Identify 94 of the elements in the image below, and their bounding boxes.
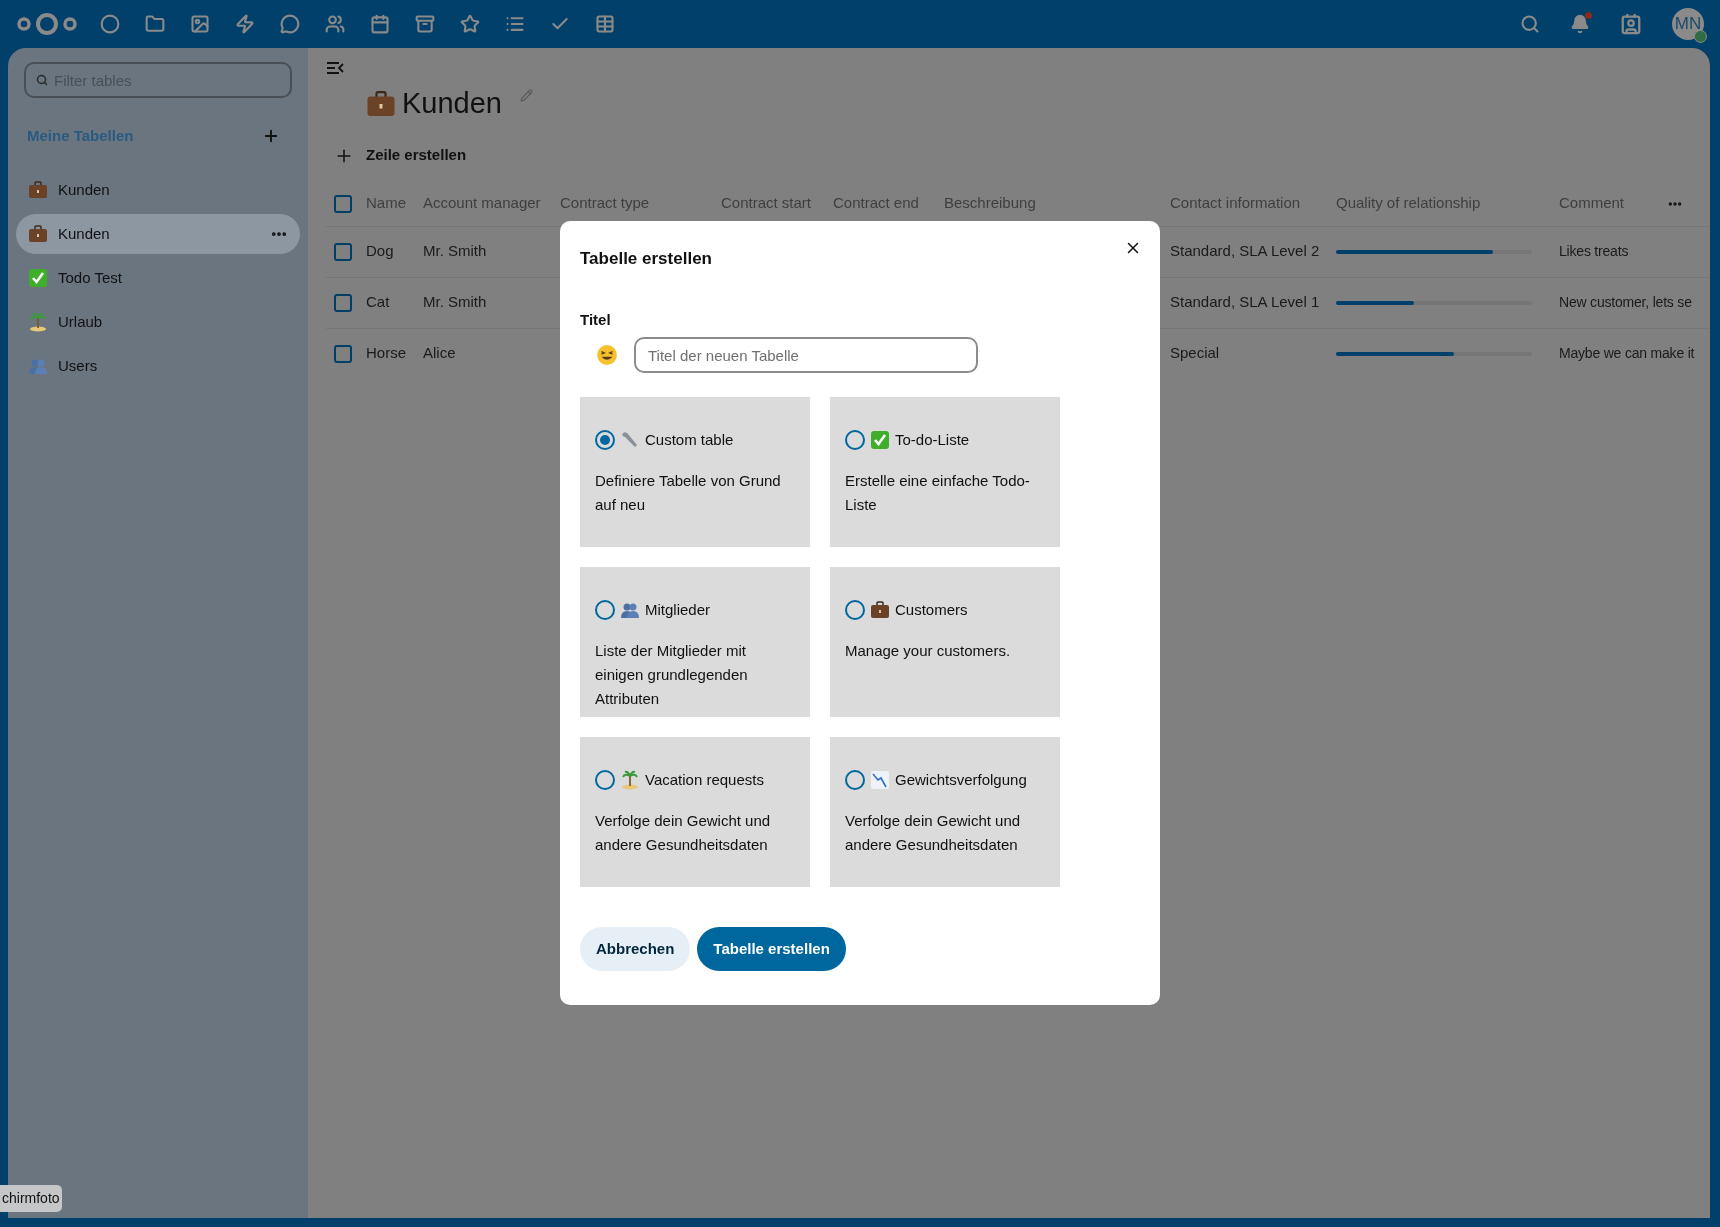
archive-icon[interactable] xyxy=(415,14,435,34)
column-header: Quality of relationship xyxy=(1336,193,1482,214)
column-header: Name xyxy=(366,193,407,214)
template-description: Verfolge dein Gewicht und andere Gesundheitsdaten xyxy=(595,810,772,855)
calendar-icon[interactable] xyxy=(370,14,390,34)
lightning-icon[interactable] xyxy=(235,14,255,34)
toggle-sidebar-icon[interactable] xyxy=(326,60,344,76)
tooltip: chirmfoto xyxy=(0,1185,62,1212)
template-name: To-do-Liste xyxy=(895,430,970,450)
people-icon[interactable] xyxy=(325,14,345,34)
radio-button[interactable] xyxy=(595,600,615,621)
template-card[interactable]: Customers Manage your customers. xyxy=(830,567,1060,717)
template-description: Manage your customers. xyxy=(845,640,1012,661)
table-cell-text: Maybe we can make it xyxy=(1559,344,1695,363)
table-cell-text: Special xyxy=(1170,343,1221,364)
star-icon[interactable] xyxy=(460,14,480,34)
template-name: Vacation requests xyxy=(645,770,764,790)
table-cell-text: Mr. Smith xyxy=(423,292,488,313)
online-status-icon xyxy=(1694,30,1707,43)
circle-icon[interactable] xyxy=(100,14,120,34)
template-description: Liste der Mitglieder mit einigen grundlegenden Attributen xyxy=(595,640,749,709)
image-icon[interactable] xyxy=(190,14,210,34)
radio-button[interactable] xyxy=(845,770,865,791)
table-cell-text: Standard, SLA Level 2 xyxy=(1170,241,1321,262)
column-header: Contact information xyxy=(1170,193,1302,214)
template-card[interactable]: Vacation requests Verfolge dein Gewicht und andere Gesundheitsdaten xyxy=(580,737,810,887)
notifications-icon[interactable] xyxy=(1570,14,1590,34)
chart-icon xyxy=(870,770,890,791)
contacts-icon[interactable] xyxy=(1620,13,1642,35)
item-label: Urlaub xyxy=(58,311,103,332)
column-header: Contract start xyxy=(721,193,813,214)
search-icon xyxy=(36,74,48,86)
folder-icon[interactable] xyxy=(145,14,165,34)
column-header: Beschreibung xyxy=(944,193,1037,214)
checkbox[interactable] xyxy=(334,293,352,312)
add-row-button[interactable]: Zeile erstellen xyxy=(334,139,467,172)
check-mark-icon xyxy=(28,268,48,288)
template-name: Gewichtsverfolgung xyxy=(895,770,1027,790)
template-description: Verfolge dein Gewicht und andere Gesundheitsdaten xyxy=(845,810,1022,855)
briefcase-icon xyxy=(366,88,396,119)
template-card[interactable]: Mitglieder Liste der Mitglieder mit einigen grundlegenden Attributen xyxy=(580,567,810,717)
checkbox[interactable] xyxy=(334,194,352,213)
table-title: Kunden xyxy=(402,86,502,121)
template-description: Definiere Tabelle von Grund auf neu xyxy=(595,470,782,515)
table-icon[interactable] xyxy=(595,14,615,34)
column-header: Comment xyxy=(1559,193,1626,214)
create-button[interactable]: Tabelle erstellen xyxy=(697,927,846,971)
column-header: Contract type xyxy=(560,193,651,214)
template-card[interactable]: Gewichtsverfolgung Verfolge dein Gewicht und andere Gesundheitsdaten xyxy=(830,737,1060,887)
radio-button[interactable] xyxy=(595,770,615,791)
template-card[interactable]: To-do-Liste Erstelle eine einfache Todo-Liste xyxy=(830,397,1060,547)
item-label: Kunden xyxy=(58,223,110,244)
item-label: Users xyxy=(58,355,98,376)
briefcase-icon xyxy=(870,600,890,621)
item-label: Kunden xyxy=(58,179,110,200)
table-cell-text: Likes treats xyxy=(1559,242,1629,261)
title-label: Titel xyxy=(580,309,611,330)
add-table-icon[interactable] xyxy=(262,127,280,145)
checkbox[interactable] xyxy=(334,242,352,261)
emoji-picker-icon[interactable] xyxy=(596,344,618,366)
chat-bubble-icon[interactable] xyxy=(280,14,300,34)
cancel-button[interactable]: Abbrechen xyxy=(580,927,691,971)
radio-button[interactable] xyxy=(845,600,865,621)
checkbox[interactable] xyxy=(334,344,352,363)
title-input-field[interactable]: Titel der neuen Tabelle xyxy=(634,337,978,373)
palm-island-icon xyxy=(620,770,640,791)
template-card[interactable]: Custom table Definiere Tabelle von Grund auf neu xyxy=(580,397,810,547)
logo-icon[interactable] xyxy=(16,12,78,36)
list-icon[interactable] xyxy=(505,14,525,34)
table-cell-text: Standard, SLA Level 1 xyxy=(1170,292,1321,313)
item-label: Todo Test xyxy=(58,267,122,288)
table-cell-text: Mr. Smith xyxy=(423,241,488,262)
search-icon[interactable] xyxy=(1520,14,1540,34)
table-cell-text: Cat xyxy=(366,292,391,313)
radio-button[interactable] xyxy=(845,430,865,451)
palm-island-icon xyxy=(28,312,48,332)
edit-icon[interactable] xyxy=(520,89,533,103)
template-name: Custom table xyxy=(645,430,734,450)
column-header: Account manager xyxy=(423,193,542,214)
briefcase-icon xyxy=(28,180,48,200)
template-name: Mitglieder xyxy=(645,600,711,620)
table-cell-text: New customer, lets se xyxy=(1559,293,1692,312)
template-description: Erstelle eine einfache Todo-Liste xyxy=(845,470,1031,515)
dialog-title: Tabelle erstellen xyxy=(580,248,712,270)
radio-button[interactable] xyxy=(595,430,615,451)
template-name: Customers xyxy=(895,600,968,620)
column-header: Contract end xyxy=(833,193,920,214)
table-cell-text: Dog xyxy=(366,241,395,262)
check-mark-icon xyxy=(870,430,890,451)
table-cell-text: Alice xyxy=(423,343,457,364)
section-heading: Meine Tabellen xyxy=(27,125,134,146)
sidebar-item[interactable]: Kunden xyxy=(16,214,300,254)
table-cell-text: Horse xyxy=(366,343,407,364)
briefcase-icon xyxy=(28,224,48,244)
